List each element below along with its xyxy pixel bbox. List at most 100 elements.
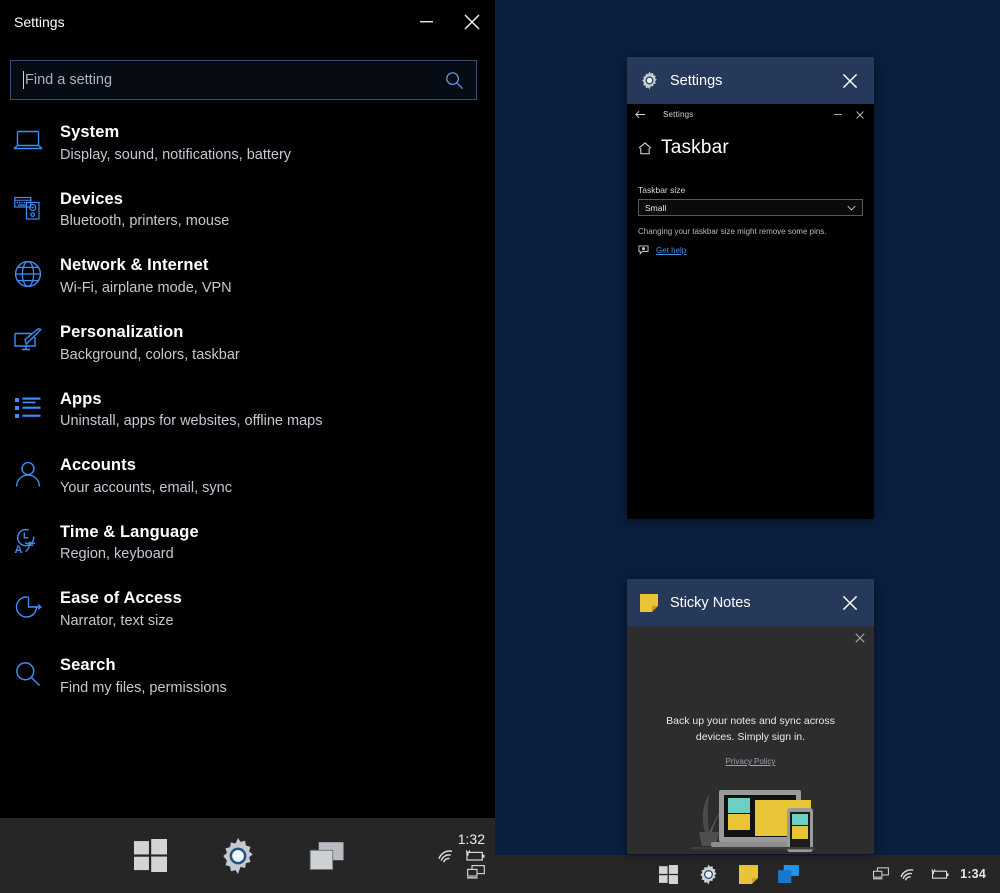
settings-item-subtitle: Bluetooth, printers, mouse	[60, 211, 229, 232]
settings-item-subtitle: Narrator, text size	[60, 611, 182, 632]
settings-item-time-language[interactable]: A Time & Language Region, keyboard	[0, 510, 495, 577]
settings-item-search[interactable]: Search Find my files, permissions	[0, 643, 495, 710]
taskbar-size-note: Changing your taskbar size might remove …	[627, 216, 874, 237]
settings-search-wrapper: Find a setting	[0, 44, 495, 100]
settings-item-title: Personalization	[60, 323, 183, 341]
settings-item-title: Search	[60, 656, 116, 674]
settings-item-title: Apps	[60, 390, 102, 408]
settings-item-text: Ease of Access Narrator, text size	[60, 587, 182, 632]
taskbar-page-title: Taskbar	[661, 137, 729, 159]
list-icon	[12, 392, 44, 424]
task-view-icon[interactable]	[309, 841, 345, 871]
settings-preview-title: Settings	[670, 73, 722, 89]
desktop-taskbar-apps	[659, 864, 799, 885]
text-caret	[23, 71, 24, 89]
taskbar-size-label: Taskbar size	[638, 185, 863, 195]
settings-item-text: Apps Uninstall, apps for websites, offli…	[60, 388, 322, 433]
search-icon[interactable]	[445, 71, 464, 90]
sticky-note-icon[interactable]	[739, 865, 758, 884]
wifi-icon[interactable]	[900, 868, 917, 881]
desktop-taskbar-clock[interactable]: 1:34	[960, 867, 986, 881]
taskbar-page-heading-row: Taskbar	[627, 125, 874, 159]
close-icon[interactable]	[449, 0, 495, 44]
magnifier-icon	[12, 658, 44, 690]
settings-preview-mini-controls	[834, 111, 870, 119]
minimize-icon[interactable]	[834, 111, 842, 119]
settings-item-personalization[interactable]: Personalization Background, colors, task…	[0, 310, 495, 377]
globe-icon	[12, 258, 44, 290]
desktop-taskbar[interactable]: 1:34	[495, 855, 1000, 893]
settings-gear-icon[interactable]	[698, 864, 719, 885]
settings-preview-titlebar: Settings	[627, 57, 874, 104]
close-icon[interactable]	[832, 61, 868, 101]
left-taskbar-tray-row1	[438, 849, 485, 863]
privacy-policy-link[interactable]: Privacy Policy	[627, 757, 874, 766]
settings-item-text: Time & Language Region, keyboard	[60, 521, 199, 566]
get-help-row[interactable]: Get help	[627, 237, 874, 255]
settings-item-subtitle: Background, colors, taskbar	[60, 345, 240, 366]
person-icon	[12, 458, 44, 490]
settings-item-devices[interactable]: Devices Bluetooth, printers, mouse	[0, 177, 495, 244]
sticky-notes-title: Sticky Notes	[670, 595, 751, 611]
close-icon[interactable]	[856, 111, 864, 119]
left-taskbar[interactable]: 1:32	[0, 818, 495, 893]
windows-start-icon[interactable]	[134, 839, 167, 872]
screen: 1:34 Settings Find a setting	[0, 0, 1000, 893]
settings-window: Settings Find a setting	[0, 0, 495, 818]
battery-plug-icon[interactable]	[928, 868, 949, 881]
sticky-notes-message: Back up your notes and sync across devic…	[627, 714, 874, 746]
windows-start-icon[interactable]	[659, 865, 678, 884]
home-icon[interactable]	[638, 142, 652, 155]
settings-item-title: Network & Internet	[60, 256, 209, 274]
back-arrow-icon[interactable]	[635, 110, 646, 119]
settings-item-subtitle: Uninstall, apps for websites, offline ma…	[60, 411, 322, 432]
chevron-down-icon	[847, 205, 856, 211]
taskbar-size-value: Small	[645, 203, 666, 213]
settings-item-title: System	[60, 123, 119, 141]
settings-list: System Display, sound, notifications, ba…	[0, 110, 495, 710]
settings-item-title: Accounts	[60, 456, 136, 474]
left-taskbar-clock[interactable]: 1:32	[458, 831, 485, 847]
settings-item-apps[interactable]: Apps Uninstall, apps for websites, offli…	[0, 377, 495, 444]
settings-item-subtitle: Your accounts, email, sync	[60, 478, 232, 499]
settings-window-titlebar: Settings	[0, 0, 495, 44]
minimize-icon[interactable]	[403, 0, 449, 44]
sticky-notes-signin-panel: Back up your notes and sync across devic…	[627, 626, 874, 854]
settings-item-title: Devices	[60, 190, 123, 208]
devices-icon	[12, 192, 44, 224]
project-icon[interactable]	[467, 865, 485, 880]
close-icon[interactable]	[832, 583, 868, 623]
settings-item-subtitle: Display, sound, notifications, battery	[60, 145, 291, 166]
settings-gear-icon[interactable]	[219, 837, 257, 875]
settings-item-subtitle: Wi-Fi, airplane mode, VPN	[60, 278, 232, 299]
settings-item-system[interactable]: System Display, sound, notifications, ba…	[0, 110, 495, 177]
wifi-icon[interactable]	[438, 849, 456, 863]
settings-gear-icon	[639, 71, 659, 91]
sticky-notes-body: Back up your notes and sync across devic…	[627, 626, 874, 854]
close-icon[interactable]	[855, 633, 865, 643]
settings-item-ease-of-access[interactable]: Ease of Access Narrator, text size	[0, 576, 495, 643]
settings-item-accounts[interactable]: Accounts Your accounts, email, sync	[0, 443, 495, 510]
search-input[interactable]: Find a setting	[10, 60, 477, 100]
project-icon[interactable]	[873, 867, 889, 881]
search-placeholder: Find a setting	[25, 72, 112, 88]
settings-preview-body: Settings Taskbar	[627, 104, 874, 519]
settings-item-subtitle: Find my files, permissions	[60, 678, 227, 699]
sticky-notes-preview-window[interactable]: Sticky Notes Back up your notes and sync…	[627, 579, 874, 854]
left-taskbar-tray: 1:32	[438, 831, 495, 880]
settings-item-title: Time & Language	[60, 523, 199, 541]
svg-text:A: A	[15, 544, 23, 555]
settings-item-text: Devices Bluetooth, printers, mouse	[60, 188, 229, 233]
battery-plug-icon[interactable]	[462, 849, 485, 863]
settings-item-text: System Display, sound, notifications, ba…	[60, 121, 291, 166]
settings-preview-window[interactable]: Settings Settings	[627, 57, 874, 519]
task-view-icon[interactable]	[778, 865, 799, 883]
taskbar-size-dropdown[interactable]: Small	[638, 199, 863, 216]
settings-item-text: Network & Internet Wi-Fi, airplane mode,…	[60, 254, 232, 299]
settings-preview-mini-chrome: Settings	[627, 104, 874, 125]
settings-item-text: Personalization Background, colors, task…	[60, 321, 240, 366]
paintbrush-icon	[12, 325, 44, 357]
get-help-link[interactable]: Get help	[656, 246, 686, 255]
settings-item-network-internet[interactable]: Network & Internet Wi-Fi, airplane mode,…	[0, 243, 495, 310]
settings-item-subtitle: Region, keyboard	[60, 544, 199, 565]
